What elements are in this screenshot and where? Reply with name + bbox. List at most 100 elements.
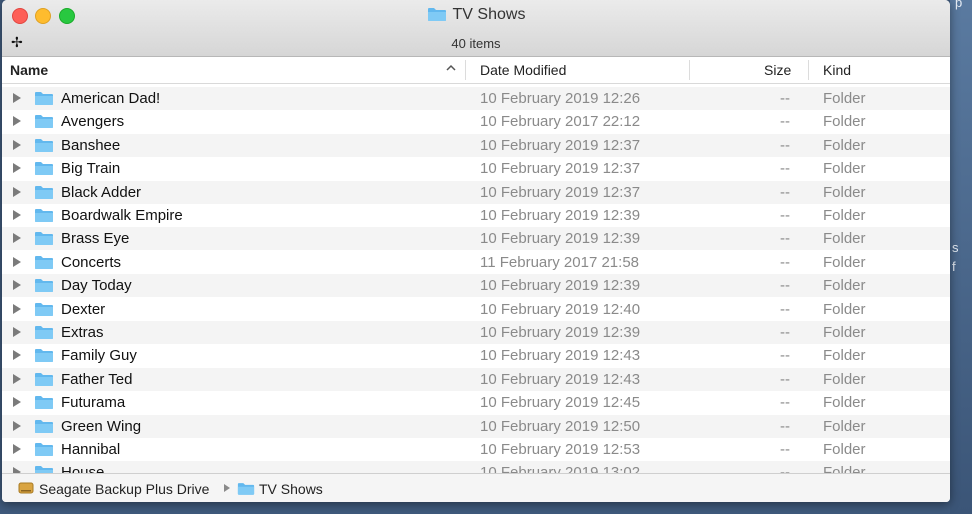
file-size: --	[780, 253, 790, 271]
file-size: --	[780, 394, 790, 412]
disclosure-triangle-icon[interactable]	[13, 303, 21, 314]
disclosure-triangle-icon[interactable]	[13, 210, 21, 220]
file-name: Black Adder	[61, 183, 142, 201]
table-row[interactable]: Dexter 10 February 2019 12:40 -- Folder	[2, 298, 950, 321]
table-row[interactable]: Banshee 10 February 2019 12:37 -- Folder	[2, 133, 950, 157]
date-modified: 10 February 2019 12:50	[480, 417, 641, 435]
file-name: Big Train	[61, 160, 121, 178]
table-row[interactable]: House 10 February 2019 13:02 -- Folder	[2, 461, 950, 473]
table-row[interactable]: Avengers 10 February 2017 22:12 -- Folder	[2, 110, 950, 133]
external-drive-icon	[18, 482, 34, 494]
desktop-text-fragment: f	[952, 259, 956, 274]
table-row[interactable]: Family Guy 10 February 2019 12:43 -- Folder	[2, 344, 950, 367]
folder-icon	[35, 349, 53, 363]
file-kind: Folder	[823, 230, 866, 248]
table-row[interactable]: Father Ted 10 February 2019 12:43 -- Folder	[2, 367, 950, 391]
window-title-group: TV Shows	[2, 6, 950, 24]
disclosure-triangle-icon[interactable]	[13, 397, 21, 408]
table-row[interactable]: Day Today 10 February 2019 12:39 -- Folder	[2, 274, 950, 298]
date-modified: 10 February 2019 12:37	[480, 160, 641, 178]
file-kind: Folder	[823, 136, 866, 154]
disclosure-triangle-icon[interactable]	[13, 420, 21, 431]
file-name: Banshee	[61, 136, 121, 154]
date-modified: 10 February 2019 12:43	[480, 347, 641, 365]
path-item-drive[interactable]: Seagate Backup Plus Drive	[39, 481, 209, 497]
disclosure-triangle-icon[interactable]	[13, 186, 21, 197]
date-modified: 10 February 2019 12:39	[480, 230, 641, 248]
date-modified: 10 February 2019 12:26	[480, 90, 641, 107]
file-kind: Folder	[823, 347, 866, 365]
column-header-name[interactable]: Name	[10, 62, 48, 78]
date-modified: 10 February 2019 12:37	[480, 183, 641, 201]
table-row[interactable]: Big Train 10 February 2019 12:37 -- Folder	[2, 157, 950, 180]
table-row[interactable]: Brass Eye 10 February 2019 12:39 -- Folder	[2, 227, 950, 251]
date-modified: 10 February 2019 12:53	[480, 441, 641, 458]
folder-icon	[35, 115, 53, 129]
file-kind: Folder	[823, 90, 866, 107]
file-list: American Dad! 10 February 2019 12:26 -- Fol…	[2, 87, 950, 473]
folder-icon	[427, 8, 446, 21]
folder-icon	[35, 419, 53, 433]
disclosure-triangle-icon[interactable]	[13, 327, 21, 337]
disclosure-triangle-icon[interactable]	[13, 139, 21, 150]
file-name: Futurama	[61, 394, 126, 412]
file-size: --	[780, 113, 790, 131]
file-size: --	[780, 230, 790, 248]
folder-icon	[35, 255, 53, 269]
date-modified: 10 February 2019 12:43	[480, 370, 641, 388]
disclosure-triangle-icon[interactable]	[13, 163, 21, 174]
folder-icon	[35, 232, 53, 246]
table-row[interactable]: Hannibal 10 February 2019 12:53 -- Folder	[2, 438, 950, 461]
file-kind: Folder	[823, 183, 866, 201]
file-size: --	[780, 441, 790, 458]
table-row[interactable]: Green Wing 10 February 2019 12:50 -- Folder	[2, 414, 950, 438]
disclosure-triangle-icon[interactable]	[13, 233, 21, 244]
table-row[interactable]: Futurama 10 February 2019 12:45 -- Folder	[2, 391, 950, 414]
file-kind: Folder	[823, 300, 866, 318]
folder-icon	[35, 326, 53, 339]
column-separator[interactable]	[808, 60, 809, 80]
table-row[interactable]: Black Adder 10 February 2019 12:37 -- Folde…	[2, 180, 950, 204]
disclosure-triangle-icon[interactable]	[13, 116, 21, 127]
disclosure-triangle-icon[interactable]	[13, 280, 21, 291]
sort-ascending-icon[interactable]	[445, 62, 457, 74]
column-header-size[interactable]: Size	[764, 62, 791, 78]
file-kind: Folder	[823, 394, 866, 412]
disclosure-triangle-icon[interactable]	[13, 373, 21, 384]
table-row[interactable]: Boardwalk Empire 10 February 2019 12:39 --…	[2, 204, 950, 227]
file-kind: Folder	[823, 160, 866, 178]
folder-icon	[35, 466, 53, 473]
folder-icon	[237, 483, 255, 495]
disclosure-triangle-icon[interactable]	[13, 93, 21, 103]
disclosure-triangle-icon[interactable]	[13, 350, 21, 361]
column-header-kind[interactable]: Kind	[823, 62, 851, 78]
folder-icon	[35, 302, 53, 316]
column-header-date[interactable]: Date Modified	[480, 62, 566, 78]
title-bar[interactable]: TV Shows ✢ 40 items	[2, 0, 950, 57]
disclosure-triangle-icon[interactable]	[13, 256, 21, 267]
table-row[interactable]: Extras 10 February 2019 12:39 -- Folder	[2, 321, 950, 344]
path-item-folder[interactable]: TV Shows	[259, 481, 323, 497]
disclosure-triangle-icon[interactable]	[13, 444, 21, 454]
file-size: --	[780, 417, 790, 435]
table-row[interactable]: Concerts 11 February 2017 21:58 -- Folder	[2, 251, 950, 274]
column-separator[interactable]	[465, 60, 466, 80]
column-separator[interactable]	[689, 60, 690, 80]
folder-icon	[35, 209, 53, 222]
file-size: --	[780, 183, 790, 201]
file-size: --	[780, 347, 790, 365]
folder-icon	[35, 443, 53, 456]
file-kind: Folder	[823, 113, 866, 131]
folder-icon	[35, 396, 53, 410]
file-name: Green Wing	[61, 417, 142, 435]
file-size: --	[780, 277, 790, 295]
desktop-text-fragment: s	[952, 240, 959, 255]
date-modified: 10 February 2019 12:39	[480, 277, 641, 295]
table-row[interactable]: American Dad! 10 February 2019 12:26 -- Fol…	[2, 87, 950, 110]
file-name: Hannibal	[61, 441, 121, 458]
path-separator-icon	[224, 484, 230, 492]
file-name: Family Guy	[61, 347, 137, 365]
folder-icon	[35, 185, 53, 199]
date-modified: 10 February 2019 12:39	[480, 207, 641, 224]
date-modified: 10 February 2019 12:39	[480, 324, 641, 341]
